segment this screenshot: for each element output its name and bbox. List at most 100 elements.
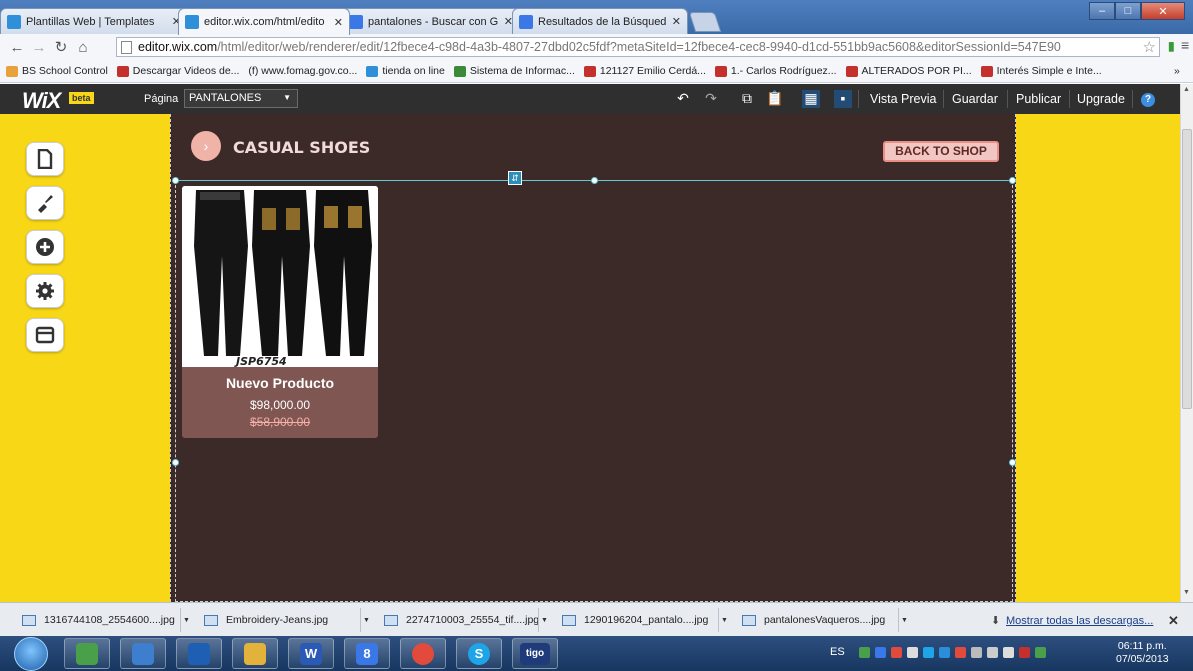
- bookmarks-overflow[interactable]: »: [1174, 65, 1180, 77]
- close-tab-icon[interactable]: ✕: [334, 16, 343, 29]
- product-image[interactable]: JSP6754: [182, 186, 378, 368]
- copy-icon[interactable]: ⧉: [738, 90, 756, 108]
- new-tab-button[interactable]: [688, 12, 722, 32]
- chevron-down-icon[interactable]: ▼: [180, 608, 192, 632]
- downloads-bar: 1316744108_2554600....jpg ▼ Embroidery-J…: [0, 602, 1193, 636]
- close-window-button[interactable]: ✕: [1141, 2, 1185, 20]
- divider: [943, 90, 944, 108]
- bookmark-item[interactable]: ALTERADOS POR PI...: [845, 65, 972, 77]
- download-item[interactable]: Embroidery-Jeans.jpg ▼: [204, 608, 374, 632]
- system-clock[interactable]: 06:11 p.m. 07/05/2013: [1116, 640, 1169, 666]
- save-button[interactable]: Guardar: [952, 92, 998, 106]
- tab-wix-editor[interactable]: editor.wix.com/html/edito ✕: [178, 8, 350, 35]
- chevron-down-icon[interactable]: ▼: [718, 608, 730, 632]
- menu-icon[interactable]: ≡: [1181, 37, 1189, 53]
- redo-icon[interactable]: ↷: [702, 90, 720, 108]
- windows-start-button[interactable]: [14, 637, 48, 671]
- taskbar-chrome[interactable]: [400, 638, 446, 669]
- scroll-down-icon[interactable]: ▼: [1183, 589, 1190, 596]
- page-select[interactable]: PANTALONES ▼: [184, 89, 298, 108]
- store-icon[interactable]: [26, 318, 64, 352]
- download-item[interactable]: 1316744108_2554600....jpg ▼: [22, 608, 192, 632]
- chevron-down-icon[interactable]: ▼: [898, 608, 910, 632]
- chevron-down-icon[interactable]: ▼: [360, 608, 372, 632]
- tray-app-icon[interactable]: [938, 646, 950, 658]
- publish-button[interactable]: Publicar: [1016, 92, 1061, 106]
- grid-icon[interactable]: ▦: [802, 90, 820, 108]
- volume-icon[interactable]: [1002, 646, 1014, 658]
- signal-extension-icon[interactable]: ▮: [1168, 39, 1175, 53]
- taskbar-word[interactable]: W: [288, 638, 334, 669]
- taskbar-explorer[interactable]: [232, 638, 278, 669]
- taskbar-calculator[interactable]: [64, 638, 110, 669]
- upgrade-button[interactable]: Upgrade: [1077, 92, 1125, 106]
- bookmark-item[interactable]: Sistema de Informac...: [453, 65, 575, 77]
- youtube-icon: [116, 65, 129, 77]
- show-all-downloads-link[interactable]: Mostrar todas las descargas...: [1006, 615, 1153, 627]
- tab-google-search[interactable]: pantalones - Buscar con G ✕: [342, 8, 520, 34]
- preview-button[interactable]: Vista Previa: [870, 92, 936, 106]
- tray-app-icon[interactable]: [922, 646, 934, 658]
- close-tab-icon[interactable]: ✕: [672, 15, 681, 28]
- scrollbar-thumb[interactable]: [1182, 129, 1192, 409]
- chevron-down-icon[interactable]: ▼: [538, 608, 550, 632]
- back-arrow-icon[interactable]: ←: [6, 39, 28, 56]
- resize-handle[interactable]: [172, 177, 179, 184]
- network-icon[interactable]: [970, 646, 982, 658]
- resize-handle[interactable]: [172, 459, 179, 466]
- download-item[interactable]: pantalonesVaqueros....jpg ▼: [742, 608, 912, 632]
- bookmark-item[interactable]: 121127 Emilio Cerdá...: [583, 65, 706, 77]
- scroll-up-icon[interactable]: ▲: [1183, 86, 1190, 93]
- tab-resultados[interactable]: Resultados de la Búsqued ✕: [512, 8, 688, 34]
- bookmark-item[interactable]: BS School Control: [6, 65, 108, 77]
- forward-arrow-icon[interactable]: →: [28, 39, 50, 56]
- battery-icon[interactable]: [1034, 646, 1046, 658]
- taskbar-tigo[interactable]: tigo: [512, 638, 558, 669]
- vertical-scrollbar[interactable]: ▲ ▼: [1180, 84, 1193, 602]
- signal-icon[interactable]: [986, 646, 998, 658]
- resize-handle[interactable]: [1009, 459, 1016, 466]
- close-icon[interactable]: ✕: [1168, 613, 1179, 629]
- download-item[interactable]: 1290196204_pantalo....jpg ▼: [562, 608, 732, 632]
- youtube-icon: [714, 65, 727, 77]
- taskbar-google[interactable]: 8: [344, 638, 390, 669]
- resize-handle[interactable]: [1009, 177, 1016, 184]
- download-item[interactable]: 2274710003_25554_tif....jpg ▼: [384, 608, 550, 632]
- maximize-button[interactable]: □: [1115, 2, 1141, 20]
- undo-icon[interactable]: ↶: [674, 90, 692, 108]
- help-icon[interactable]: ?: [1141, 93, 1155, 107]
- flag-icon[interactable]: [906, 646, 918, 658]
- taskbar-media-player[interactable]: [176, 638, 222, 669]
- tab-plantillas[interactable]: Plantillas Web | Templates ✕: [0, 8, 188, 34]
- tray-app-icon[interactable]: [890, 646, 902, 658]
- minimize-button[interactable]: –: [1089, 2, 1115, 20]
- pages-icon[interactable]: [26, 142, 64, 176]
- reload-icon[interactable]: ↻: [50, 38, 72, 56]
- product-card[interactable]: JSP6754 Nuevo Producto $98,000.00 $58,90…: [182, 186, 378, 438]
- tray-app-icon[interactable]: [874, 646, 886, 658]
- back-to-shop-button[interactable]: BACK TO SHOP: [883, 141, 999, 162]
- drag-handle-icon[interactable]: ⇵: [508, 171, 522, 185]
- bookmark-item[interactable]: tienda on line: [366, 65, 445, 77]
- resize-handle[interactable]: [591, 177, 598, 184]
- settings-gear-icon[interactable]: [26, 274, 64, 308]
- bookmark-item[interactable]: Descargar Videos de...: [116, 65, 239, 77]
- home-icon[interactable]: ⌂: [72, 39, 94, 56]
- tray-app-icon[interactable]: [858, 646, 870, 658]
- taskbar-skype[interactable]: S: [456, 638, 502, 669]
- bookmark-label: tienda on line: [382, 65, 445, 77]
- language-indicator[interactable]: ES: [830, 646, 845, 658]
- bookmark-item[interactable]: 1.- Carlos Rodríguez...: [714, 65, 837, 77]
- address-bar[interactable]: editor.wix.com/html/editor/web/renderer/…: [116, 37, 1160, 57]
- add-icon[interactable]: [26, 230, 64, 264]
- paste-icon[interactable]: 📋: [766, 90, 784, 108]
- bookmark-item[interactable]: Interés Simple e Inte...: [980, 65, 1102, 77]
- chevron-right-icon[interactable]: ›: [191, 131, 221, 161]
- bookmark-item[interactable]: (f) www.fomag.gov.co...: [248, 65, 357, 77]
- design-brush-icon[interactable]: [26, 186, 64, 220]
- tray-app-icon[interactable]: [954, 646, 966, 658]
- tray-app-icon[interactable]: [1018, 646, 1030, 658]
- snap-icon[interactable]: ▪: [834, 90, 852, 108]
- bookmark-star-icon[interactable]: ☆: [1140, 38, 1159, 56]
- taskbar-files[interactable]: [120, 638, 166, 669]
